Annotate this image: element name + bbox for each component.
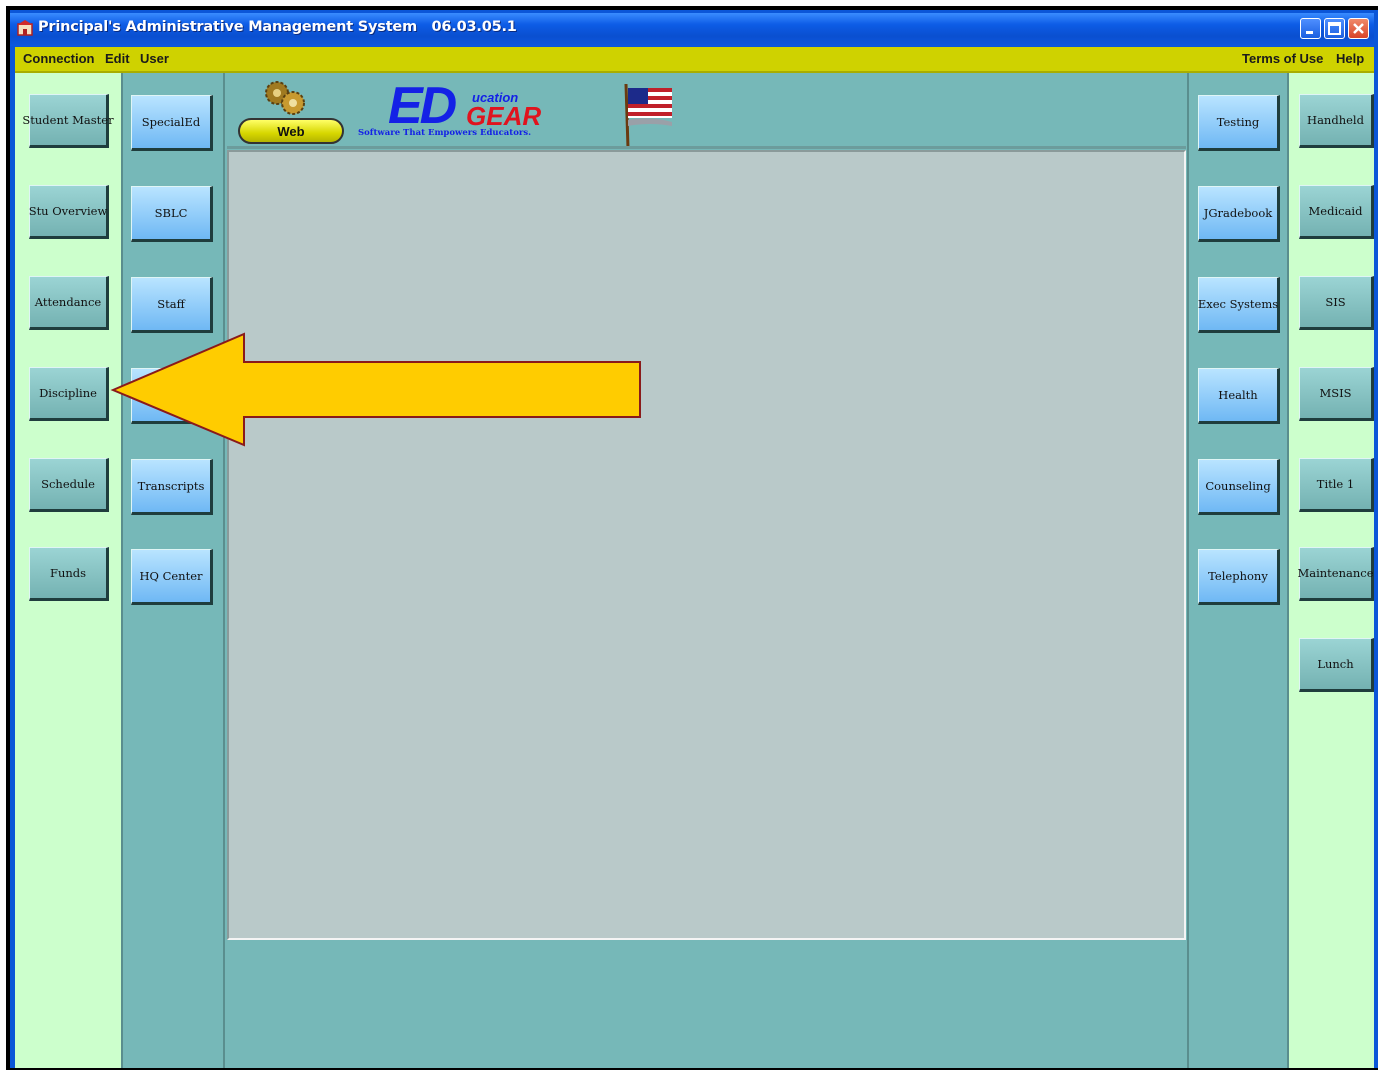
menu-connection[interactable]: Connection [23, 51, 95, 66]
divider [1187, 73, 1189, 1068]
window-title: Principal's Administrative Management Sy… [38, 19, 517, 35]
maintenance-button[interactable]: Maintenance [1297, 547, 1374, 601]
close-icon [1353, 23, 1364, 34]
header-separator [227, 146, 1186, 149]
logo-gear: GEAR [466, 101, 542, 131]
stu-overview-button[interactable]: Stu Overview [29, 185, 109, 239]
student-master-button[interactable]: Student Master [22, 94, 114, 148]
divider [223, 73, 225, 1068]
content-area [227, 150, 1186, 940]
transcripts-button[interactable]: Transcripts [131, 459, 213, 515]
lunch-button[interactable]: Lunch [1299, 638, 1374, 692]
menu-user[interactable]: User [140, 51, 169, 66]
staff-button[interactable]: Staff [131, 277, 213, 333]
minimize-icon [1306, 31, 1313, 34]
gears-icon [265, 81, 305, 115]
counseling-button[interactable]: Counseling [1198, 459, 1280, 515]
menu-bar [15, 47, 1374, 73]
msis-button[interactable]: MSIS [1299, 367, 1374, 421]
handheld-button[interactable]: Handheld [1299, 94, 1374, 148]
divider [1287, 73, 1289, 1068]
hidden-button[interactable] [131, 368, 213, 424]
hq-center-button[interactable]: HQ Center [131, 549, 213, 605]
app-icon [17, 20, 33, 36]
web-button[interactable]: Web [238, 118, 344, 144]
maximize-button[interactable] [1324, 18, 1345, 39]
menu-edit[interactable]: Edit [105, 51, 130, 66]
discipline-button[interactable]: Discipline [29, 367, 109, 421]
funds-button[interactable]: Funds [29, 547, 109, 601]
menu-help[interactable]: Help [1336, 51, 1364, 66]
sis-button[interactable]: SIS [1299, 276, 1374, 330]
medicaid-button[interactable]: Medicaid [1299, 185, 1374, 239]
menu-terms-of-use[interactable]: Terms of Use [1242, 51, 1323, 66]
attendance-button[interactable]: Attendance [29, 276, 109, 330]
minimize-button[interactable] [1300, 18, 1321, 39]
logo-ed: ED [388, 77, 457, 135]
specialed-button[interactable]: SpecialEd [131, 95, 213, 151]
jgradebook-button[interactable]: JGradebook [1198, 186, 1280, 242]
sblc-button[interactable]: SBLC [131, 186, 213, 242]
close-button[interactable] [1348, 18, 1369, 39]
flag-icon [624, 83, 672, 148]
exec-systems-button[interactable]: Exec Systems [1198, 277, 1280, 333]
maximize-icon [1328, 22, 1341, 35]
testing-button[interactable]: Testing [1198, 95, 1280, 151]
health-button[interactable]: Health [1198, 368, 1280, 424]
telephony-button[interactable]: Telephony [1198, 549, 1280, 605]
schedule-button[interactable]: Schedule [29, 458, 109, 512]
divider [121, 73, 123, 1068]
logo-tagline: Software That Empowers Educators. [358, 128, 532, 138]
title-1-button[interactable]: Title 1 [1299, 458, 1374, 512]
